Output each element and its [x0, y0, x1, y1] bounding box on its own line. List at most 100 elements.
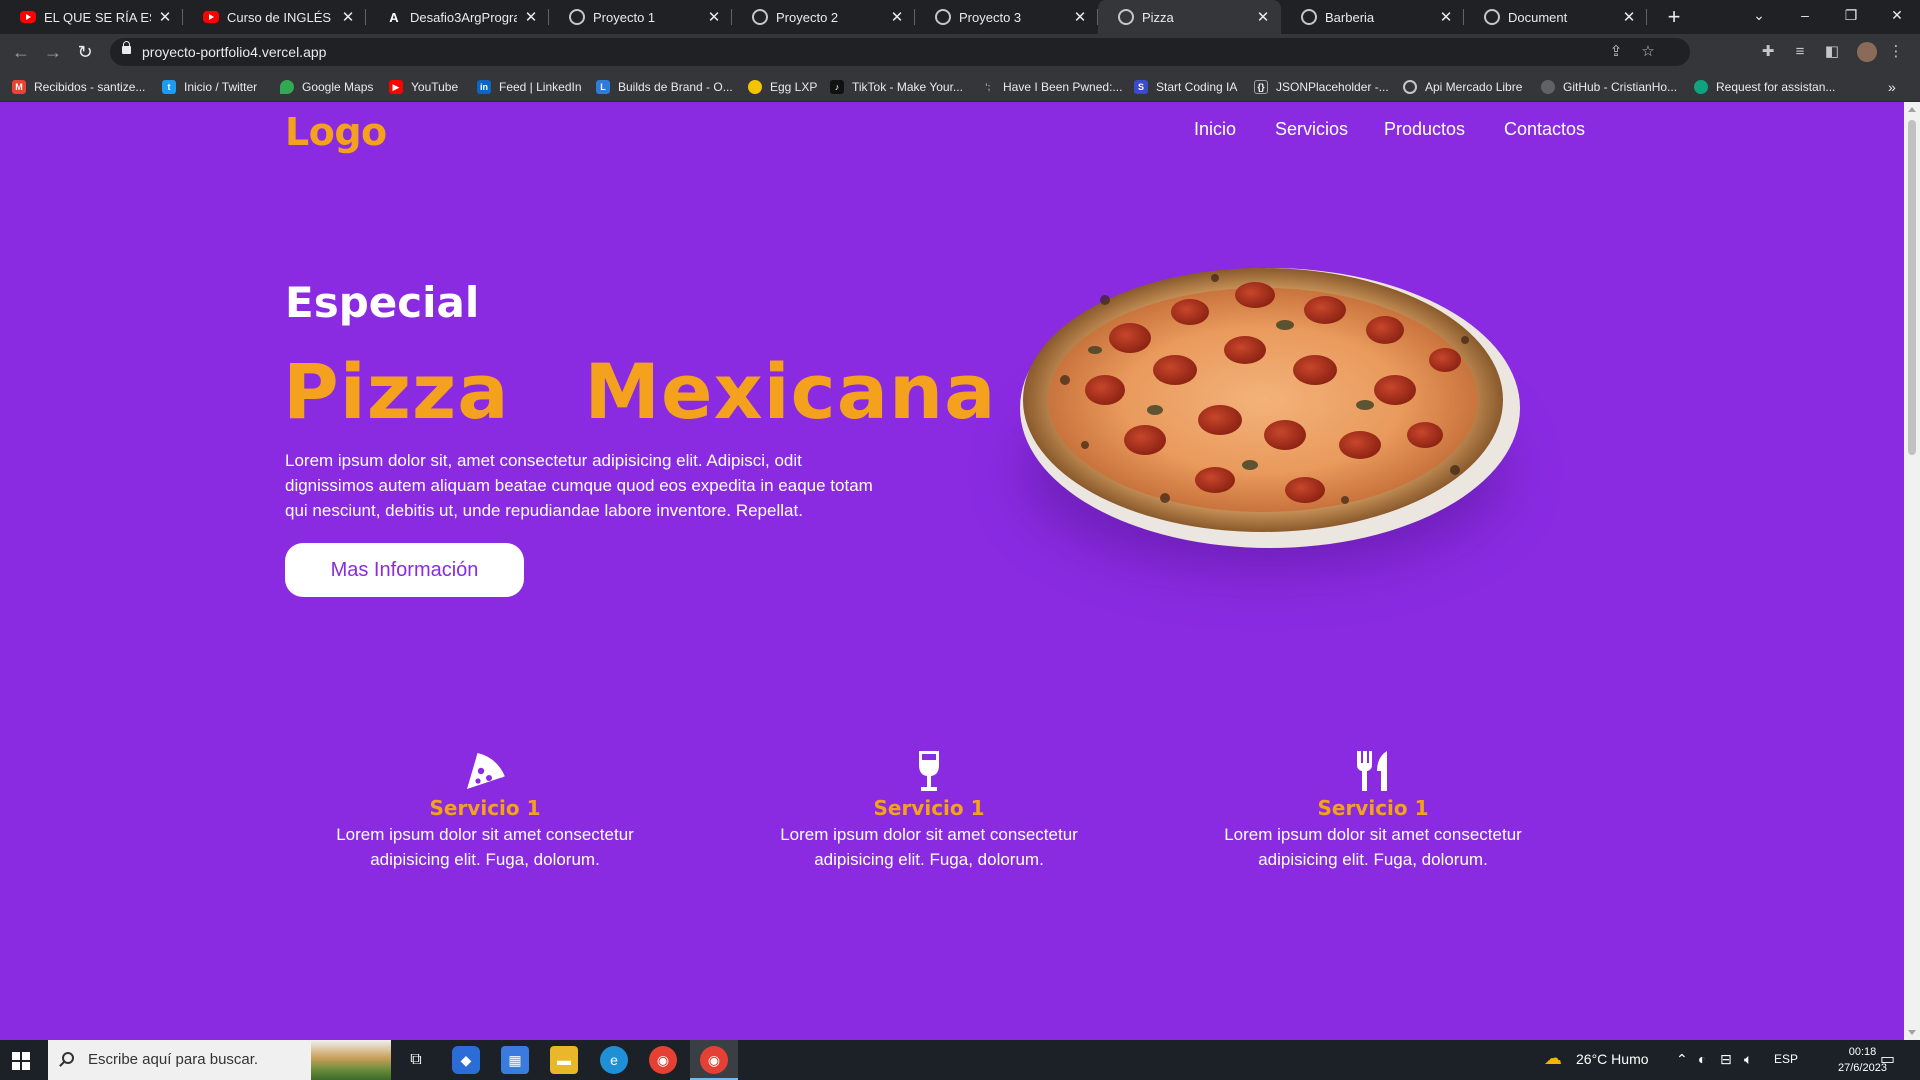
- tab-2[interactable]: A Desafio3ArgPrograma ✕: [366, 0, 549, 34]
- twitter-icon: t: [162, 80, 176, 94]
- chrome-icon[interactable]: ◉: [700, 1046, 728, 1074]
- tab-5[interactable]: Proyecto 3 ✕: [915, 0, 1098, 34]
- extensions-icon[interactable]: ✚: [1758, 42, 1778, 62]
- tab-0[interactable]: EL QUE SE RÍA ES RAC ✕: [0, 0, 183, 34]
- taskbar-search-input[interactable]: Escribe aquí para buscar.: [48, 1040, 391, 1080]
- bookmark-label: Start Coding IA: [1156, 80, 1238, 94]
- a-icon: A: [389, 9, 399, 25]
- tab-title: Proyecto 1: [593, 9, 656, 25]
- close-tab-icon[interactable]: ✕: [157, 8, 173, 26]
- tab-3[interactable]: Proyecto 1 ✕: [549, 0, 732, 34]
- service-card-2: Servicio 1 Lorem ipsum dolor sit amet co…: [749, 747, 1109, 872]
- bookmark-item[interactable]: Google Maps: [280, 78, 373, 96]
- page-scrollbar[interactable]: [1904, 102, 1920, 1040]
- tab-6-active[interactable]: Pizza ✕: [1098, 0, 1281, 34]
- bookmark-item[interactable]: {} JSONPlaceholder -...: [1254, 78, 1389, 96]
- new-tab-button[interactable]: +: [1660, 4, 1688, 30]
- bookmark-label: Inicio / Twitter: [184, 80, 258, 94]
- file-explorer-icon[interactable]: ▬: [550, 1046, 578, 1074]
- bookmark-item[interactable]: in Feed | LinkedIn: [477, 78, 582, 96]
- service-title: Servicio 1: [1317, 796, 1429, 820]
- show-hidden-icons[interactable]: ⌃: [1676, 1051, 1688, 1068]
- close-tab-icon[interactable]: ✕: [340, 8, 356, 26]
- bookmark-item[interactable]: ▶ YouTube: [389, 78, 458, 96]
- weather-icon[interactable]: ☁: [1544, 1048, 1562, 1069]
- reload-icon[interactable]: ↻: [73, 40, 97, 64]
- browser-toolbar: ← → ↻ proyecto-portfolio4.vercel.app ⇪ ☆…: [0, 34, 1920, 70]
- forward-icon[interactable]: →: [41, 40, 65, 64]
- bookmark-star-icon[interactable]: ☆: [1638, 42, 1658, 62]
- close-tab-icon[interactable]: ✕: [889, 8, 905, 26]
- share-icon[interactable]: ⇪: [1606, 42, 1626, 62]
- close-tab-icon[interactable]: ✕: [706, 8, 722, 26]
- bookmark-label: TikTok - Make Your...: [852, 80, 963, 94]
- bookmark-item[interactable]: '; Have I Been Pwned:...: [981, 78, 1122, 96]
- bookmark-item[interactable]: t Inicio / Twitter: [162, 78, 257, 96]
- nav-link-servicios[interactable]: Servicios: [1275, 119, 1348, 140]
- service-text: Lorem ipsum dolor sit amet consectetur a…: [1224, 825, 1522, 869]
- menu-icon[interactable]: ⋮: [1886, 42, 1906, 62]
- copilot-icon[interactable]: ◆: [452, 1046, 480, 1074]
- bookmark-label: Api Mercado Libre: [1425, 80, 1523, 94]
- bookmark-item[interactable]: Api Mercado Libre: [1403, 78, 1522, 96]
- profile-avatar[interactable]: [1857, 42, 1877, 62]
- scrollbar-thumb[interactable]: [1908, 120, 1916, 455]
- site-logo[interactable]: Logo: [285, 110, 387, 154]
- lock-icon: [122, 41, 131, 54]
- close-tab-icon[interactable]: ✕: [1255, 8, 1271, 26]
- language-indicator[interactable]: ESP: [1774, 1052, 1798, 1066]
- back-icon[interactable]: ←: [9, 40, 33, 64]
- tab-title: Desafio3ArgPrograma: [410, 9, 517, 25]
- meet-now-icon[interactable]: ◐: [1698, 1051, 1706, 1067]
- bookmark-item[interactable]: L Builds de Brand - O...: [596, 78, 733, 96]
- tab-1[interactable]: Curso de INGLÉS Nive ✕: [183, 0, 366, 34]
- bookmark-item[interactable]: S Start Coding IA: [1134, 78, 1237, 96]
- bookmark-item[interactable]: Request for assistan...: [1694, 78, 1835, 96]
- youtube-icon: [20, 11, 36, 23]
- nav-link-contactos[interactable]: Contactos: [1504, 119, 1585, 140]
- task-view-icon[interactable]: ⧉: [402, 1046, 430, 1074]
- notifications-icon[interactable]: ▭: [1880, 1049, 1895, 1069]
- globe-icon: [752, 9, 768, 25]
- globe-icon: [1403, 80, 1417, 94]
- tab-title: Curso de INGLÉS Nive: [227, 9, 334, 25]
- bookmark-item[interactable]: M Recibidos - santize...: [12, 78, 145, 96]
- chrome-icon[interactable]: ◉: [649, 1046, 677, 1074]
- close-window-icon[interactable]: ✕: [1874, 0, 1920, 30]
- side-panel-icon[interactable]: ◧: [1822, 42, 1842, 62]
- windows-start-icon[interactable]: [12, 1052, 30, 1070]
- tab-title: Proyecto 3: [959, 9, 1022, 25]
- bookmark-item[interactable]: ♪ TikTok - Make Your...: [830, 78, 963, 96]
- volume-icon[interactable]: 🔈︎: [1744, 1051, 1752, 1068]
- more-bookmarks-icon[interactable]: »: [1888, 78, 1896, 96]
- reading-list-icon[interactable]: ≡: [1790, 42, 1810, 62]
- tab-strip: EL QUE SE RÍA ES RAC ✕ Curso de INGLÉS N…: [0, 0, 1920, 34]
- close-tab-icon[interactable]: ✕: [1621, 8, 1637, 26]
- youtube-icon: [203, 11, 219, 23]
- jsonplaceholder-icon: {}: [1254, 80, 1268, 94]
- close-tab-icon[interactable]: ✕: [523, 8, 539, 26]
- close-tab-icon[interactable]: ✕: [1072, 8, 1088, 26]
- service-text: Lorem ipsum dolor sit amet consectetur a…: [780, 825, 1078, 869]
- close-tab-icon[interactable]: ✕: [1438, 8, 1454, 26]
- tab-7[interactable]: Barberia ✕: [1281, 0, 1464, 34]
- tab-4[interactable]: Proyecto 2 ✕: [732, 0, 915, 34]
- network-icon[interactable]: ⊟: [1720, 1051, 1732, 1068]
- tab-8[interactable]: Document ✕: [1464, 0, 1647, 34]
- store-icon[interactable]: ▦: [501, 1046, 529, 1074]
- address-bar[interactable]: proyecto-portfolio4.vercel.app ⇪ ☆: [110, 38, 1690, 66]
- bookmark-label: Request for assistan...: [1716, 80, 1836, 94]
- weather-text[interactable]: 26°C Humo: [1576, 1051, 1649, 1067]
- bookmark-item[interactable]: GitHub - CristianHo...: [1541, 78, 1677, 96]
- windows-taskbar: Escribe aquí para buscar. ⧉ ◆ ▦ ▬ e ◉ ◉ …: [0, 1040, 1920, 1080]
- more-info-button[interactable]: Mas Información: [285, 543, 524, 597]
- service-card-1: Servicio 1 Lorem ipsum dolor sit amet co…: [305, 747, 665, 872]
- nav-link-productos[interactable]: Productos: [1384, 119, 1465, 140]
- edge-icon[interactable]: e: [600, 1046, 628, 1074]
- restore-icon[interactable]: ❐: [1828, 0, 1874, 30]
- nav-link-inicio[interactable]: Inicio: [1194, 119, 1236, 140]
- minimize-icon[interactable]: –: [1782, 0, 1828, 30]
- tab-search-icon[interactable]: ⌄: [1736, 0, 1782, 30]
- bookmark-item[interactable]: Egg LXP: [748, 78, 817, 96]
- hero-title: Pizza Mexicana: [283, 347, 997, 436]
